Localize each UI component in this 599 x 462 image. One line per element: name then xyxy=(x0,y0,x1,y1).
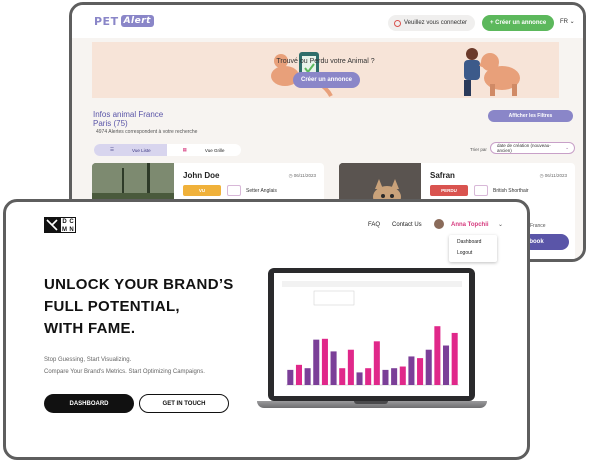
dcmn-logo[interactable]: D C M N xyxy=(44,217,76,233)
chevron-down-icon: ⌄ xyxy=(569,19,575,25)
nav-contact[interactable]: Contact Us xyxy=(392,222,422,228)
chart-bar xyxy=(365,368,372,385)
hero-headline: UNLOCK YOUR BRAND’S FULL POTENTIAL, WITH… xyxy=(44,274,234,340)
headline-line: FULL POTENTIAL, xyxy=(44,298,180,315)
grid-view-label: Vue Grille xyxy=(204,147,225,153)
grid-icon: ▦ xyxy=(182,147,187,152)
list-view-label: Vue Liste xyxy=(132,147,151,153)
sort-label: Trier par xyxy=(470,147,487,152)
nav-faq[interactable]: FAQ xyxy=(368,222,380,228)
user-menu-name[interactable]: Anna Topchii xyxy=(451,222,489,228)
logo-letter: D xyxy=(62,219,67,225)
chart-bar xyxy=(408,356,415,385)
pet-alert-logo[interactable]: PET Alert xyxy=(94,15,154,29)
logo-text: PET xyxy=(94,15,119,28)
card-date-text: 06/11/2023 xyxy=(544,173,567,178)
sort-value: date de création (nouveau-ancien) xyxy=(497,143,551,153)
pet-alert-header: PET Alert Veuillez vous connecter + Créer… xyxy=(72,5,583,38)
chart-bar xyxy=(399,366,406,385)
person-dog-illustration xyxy=(464,48,520,96)
avatar[interactable] xyxy=(434,219,444,229)
chevron-down-icon[interactable]: ⌄ xyxy=(498,221,503,228)
chart-bar xyxy=(425,349,432,385)
user-dropdown-menu: Dashboard Logout xyxy=(449,235,497,262)
dashboard-button[interactable]: DASHBOARD xyxy=(44,394,134,413)
get-in-touch-button[interactable]: GET IN TOUCH xyxy=(139,394,229,413)
card-breed: British Shorthair xyxy=(493,188,529,194)
chart-bar xyxy=(417,358,424,385)
chart-bar xyxy=(313,339,320,385)
info-title: Infos animal France Paris (75) xyxy=(93,110,163,128)
laptop-screen xyxy=(274,273,469,396)
sort-select[interactable]: date de création (nouveau-ancien) ⌄ xyxy=(490,142,575,154)
chart-bar xyxy=(330,351,337,385)
login-button[interactable]: Veuillez vous connecter xyxy=(388,15,476,31)
view-toggle: ☰ Vue Liste ▦ Vue Grille xyxy=(94,144,241,156)
headline-line: UNLOCK YOUR BRAND’S xyxy=(44,276,234,293)
dcmn-window: D C M N FAQ Contact Us Anna Topchii ⌄ Da… xyxy=(3,199,530,460)
banner-create-button[interactable]: Créer un annonce xyxy=(293,72,360,88)
dcmn-logo-letters: D C M N xyxy=(60,217,76,233)
language-label: FR xyxy=(560,19,568,25)
chart-bar xyxy=(304,368,311,385)
chart-bar xyxy=(356,372,363,385)
clock-icon: ◷ xyxy=(539,173,544,178)
card-name: John Doe xyxy=(183,171,220,180)
menu-item-logout[interactable]: Logout xyxy=(449,246,497,257)
chart-header-strip xyxy=(282,281,462,287)
list-icon: ☰ xyxy=(110,147,115,152)
dcmn-logo-mark xyxy=(44,217,60,233)
chart-legend xyxy=(313,290,355,306)
create-label: + Créer un annonce xyxy=(490,20,547,26)
chart-bar xyxy=(373,341,380,385)
card-date: ◷ 06/11/2023 xyxy=(289,173,316,179)
dog-icon xyxy=(227,185,241,196)
chart-bar xyxy=(391,368,398,385)
logo-letter: N xyxy=(69,227,74,233)
cat-icon xyxy=(474,185,488,196)
list-view-tab[interactable]: ☰ Vue Liste xyxy=(94,144,167,156)
chart-bar xyxy=(295,364,302,385)
chart-bar xyxy=(434,326,441,385)
status-badge: VU xyxy=(183,185,221,196)
show-filters-button[interactable]: Afficher les Filtres xyxy=(488,110,573,122)
chart-bar xyxy=(321,338,328,385)
login-label: Veuillez vous connecter xyxy=(404,20,468,26)
chart-bars xyxy=(287,326,458,385)
hero-subtext: Compare Your Brand's Metrics. Start Opti… xyxy=(44,369,205,375)
chevron-down-icon: ⌄ xyxy=(565,145,569,150)
chart-bar xyxy=(347,349,354,385)
info-location: Paris (75) xyxy=(93,119,128,128)
hero-subtext: Stop Guessing, Start Visualizing. xyxy=(44,357,132,363)
info-title-text: Infos animal France xyxy=(93,110,164,119)
grid-view-tab[interactable]: ▦ Vue Grille xyxy=(167,144,241,156)
headline-line: WITH FAME. xyxy=(44,320,136,337)
hero-banner: Trouvé ou Perdu votre Animal ? Créer un … xyxy=(92,42,559,98)
results-count: 4974 Alertes correspondent à votre reche… xyxy=(96,129,198,135)
card-date-text: 06/11/2023 xyxy=(293,173,316,178)
card-date: ◷ 06/11/2023 xyxy=(540,173,567,179)
chart-bar xyxy=(287,369,294,385)
user-icon xyxy=(394,19,401,27)
bar-chart xyxy=(282,281,462,386)
clock-icon: ◷ xyxy=(288,173,293,178)
logo-letter: M xyxy=(62,227,67,233)
chart-bar xyxy=(451,332,458,385)
chart-bar xyxy=(382,369,389,385)
create-listing-button[interactable]: + Créer un annonce xyxy=(482,15,555,31)
card-name: Safran xyxy=(430,171,455,180)
chart-bar xyxy=(339,368,346,385)
status-badge: PERDU xyxy=(430,185,468,196)
card-breed: Setter Anglais xyxy=(246,188,277,194)
menu-item-dashboard[interactable]: Dashboard xyxy=(449,235,497,246)
language-selector[interactable]: FR ⌄ xyxy=(560,18,575,25)
logo-badge: Alert xyxy=(120,15,154,27)
chart-bar xyxy=(443,345,450,385)
laptop-notch xyxy=(354,401,388,404)
logo-letter: C xyxy=(69,219,74,225)
card-location-partial: France xyxy=(530,223,546,229)
